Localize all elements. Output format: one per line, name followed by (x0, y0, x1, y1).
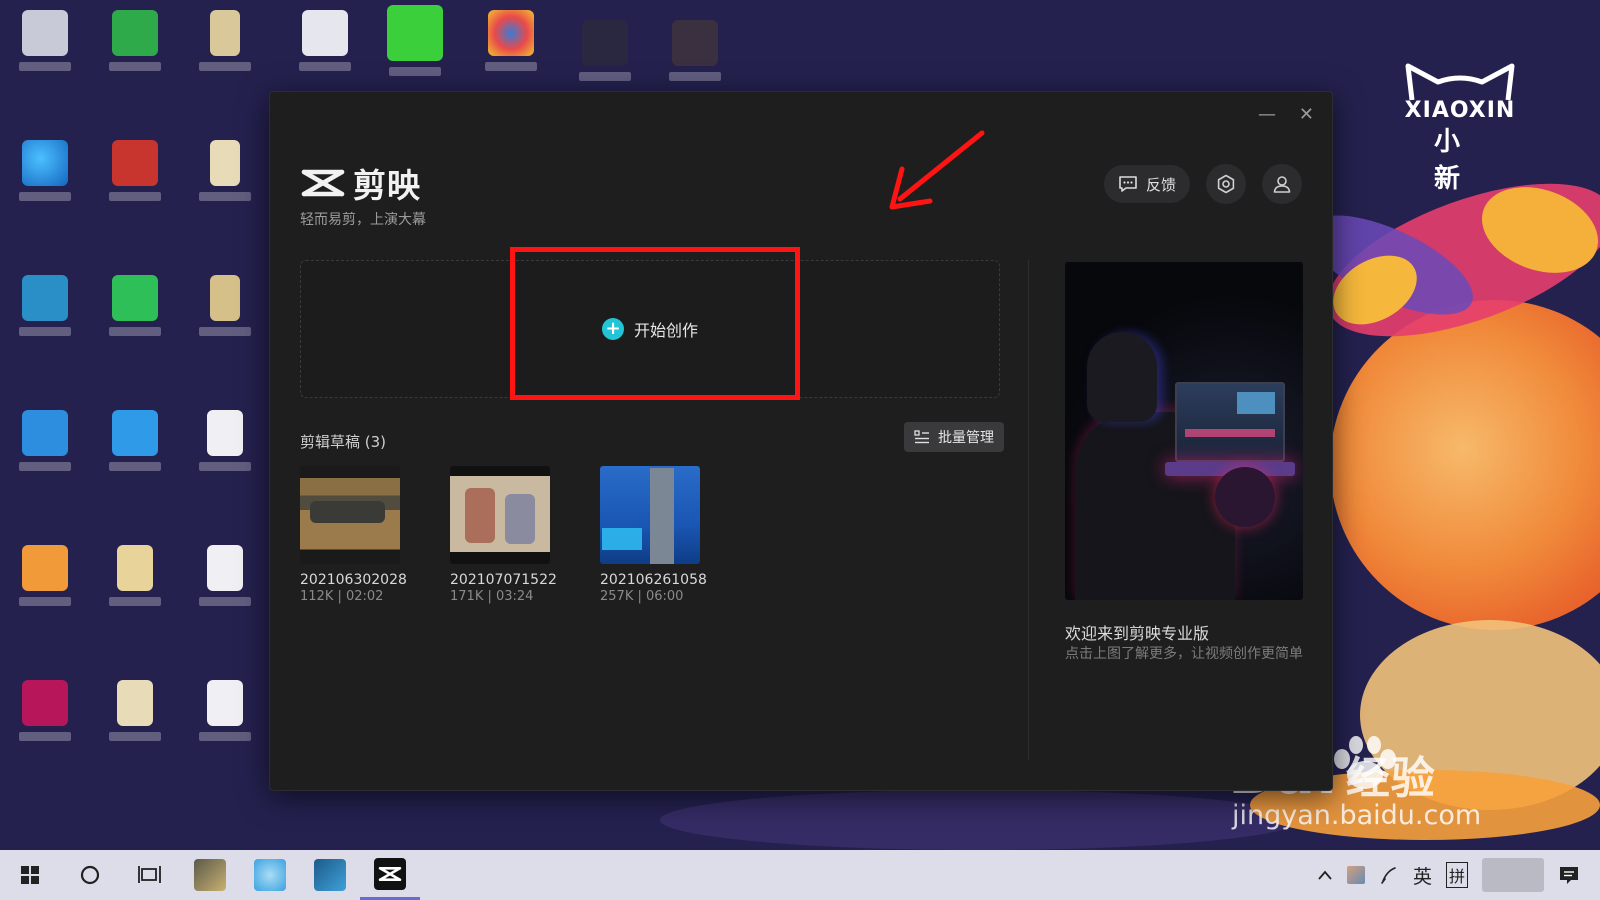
xiaoxin-logo: XIAOXIN 小新 (1400, 62, 1520, 195)
watermark-cn-text: 经验 (1345, 753, 1436, 804)
draft-meta: 171K | 03:24 (450, 589, 534, 604)
feedback-button[interactable]: 反馈 (1103, 165, 1190, 203)
start-button[interactable] (0, 850, 60, 900)
desktop-icon[interactable] (10, 140, 80, 201)
jianying-window: — ✕ 剪映 轻而易剪，上演大幕 反馈 + 开始创作 剪辑草稿 (3) 批量管理… (269, 91, 1333, 791)
desktop-icon[interactable] (570, 20, 640, 81)
app-slogan: 轻而易剪，上演大幕 (300, 212, 426, 228)
desktop-icon[interactable] (660, 20, 730, 81)
draft-name: 202107071522 (450, 572, 557, 588)
desktop-icon[interactable] (190, 680, 260, 741)
desktop-icon[interactable] (100, 10, 170, 71)
desktop-icon[interactable] (10, 275, 80, 336)
search-button[interactable] (60, 850, 120, 900)
task-view-button[interactable] (120, 850, 180, 900)
taskbar-app[interactable] (300, 850, 360, 900)
promo-description: 点击上图了解更多，让视频创作更简单 (1065, 646, 1303, 662)
windows-icon (21, 866, 39, 884)
cat-ears-icon (1405, 63, 1515, 101)
wallpaper-sun (1330, 300, 1600, 630)
task-view-icon (138, 866, 161, 883)
desktop-icon[interactable] (190, 275, 260, 336)
desktop-icon[interactable] (10, 10, 80, 71)
chevron-up-icon[interactable] (1317, 869, 1333, 881)
promo-title: 欢迎来到剪映专业版 (1065, 624, 1210, 643)
user-icon (1273, 176, 1291, 193)
vertical-divider (1028, 260, 1029, 760)
draft-item[interactable]: 202107071522 171K | 03:24 (450, 466, 557, 604)
desktop-icon[interactable] (10, 545, 80, 606)
close-button[interactable]: ✕ (1299, 104, 1314, 125)
promo-image[interactable] (1065, 262, 1303, 600)
app-title: 剪映 (353, 166, 421, 205)
system-tray: 英 拼 (1317, 850, 1600, 900)
desktop-icon[interactable] (190, 140, 260, 201)
draft-thumbnail (300, 466, 400, 564)
desktop-icon[interactable] (100, 410, 170, 471)
ime-mode[interactable]: 拼 (1445, 862, 1468, 888)
plus-icon: + (601, 318, 624, 340)
desktop-icon[interactable] (190, 410, 260, 471)
top-actions: 反馈 (1103, 164, 1302, 204)
brand-name-cn: 小新 (1433, 127, 1496, 194)
draft-thumbnail (600, 466, 700, 564)
account-button[interactable] (1262, 164, 1302, 204)
feedback-label: 反馈 (1145, 175, 1176, 194)
desktop-icon[interactable] (10, 680, 80, 741)
draft-item[interactable]: 202106261058 257K | 06:00 (600, 466, 707, 604)
draft-meta: 257K | 06:00 (600, 589, 684, 604)
desktop-icon[interactable] (10, 410, 80, 471)
jianying-taskbar-icon (378, 866, 402, 881)
drafts-list: 202106302028 112K | 02:02 202107071522 1… (300, 466, 707, 604)
minimize-button[interactable]: — (1258, 104, 1276, 125)
desktop-icon[interactable] (100, 140, 170, 201)
taskbar-app[interactable] (240, 850, 300, 900)
red-arrow-annotation (889, 130, 985, 210)
draft-thumbnail (450, 466, 550, 564)
draft-item[interactable]: 202106302028 112K | 02:02 (300, 466, 407, 604)
settings-icon (1217, 174, 1235, 194)
taskbar: 英 拼 (0, 850, 1600, 900)
draft-name: 202106302028 (300, 572, 407, 588)
list-manage-icon (914, 430, 929, 444)
desktop-icon[interactable] (100, 275, 170, 336)
desktop-icon[interactable] (100, 680, 170, 741)
pen-icon[interactable] (1379, 865, 1399, 885)
cortana-circle-icon (80, 865, 100, 885)
desktop-icon[interactable] (190, 545, 260, 606)
start-create-area[interactable]: + 开始创作 (300, 260, 1000, 398)
clock[interactable] (1482, 858, 1544, 892)
tray-app-icon[interactable] (1346, 866, 1365, 884)
draft-name: 202106261058 (600, 572, 707, 588)
jianying-logo-icon (301, 169, 345, 197)
desktop-icon[interactable] (380, 5, 450, 76)
settings-button[interactable] (1206, 164, 1246, 204)
batch-manage-label: 批量管理 (938, 430, 994, 446)
batch-manage-button[interactable]: 批量管理 (904, 422, 1004, 452)
ime-language[interactable]: 英 (1413, 862, 1432, 889)
app-logo: 剪映 (300, 159, 421, 207)
watermark-url: jingyan.baidu.com (1232, 800, 1482, 831)
start-create-label: 开始创作 (633, 321, 698, 340)
notification-icon[interactable] (1558, 864, 1580, 886)
desktop-icon[interactable] (190, 10, 260, 71)
taskbar-app[interactable] (180, 850, 240, 900)
wallpaper-swirl (660, 790, 1300, 850)
desktop-icon[interactable] (100, 545, 170, 606)
draft-meta: 112K | 02:02 (300, 589, 384, 604)
feedback-icon (1119, 176, 1137, 192)
drafts-title: 剪辑草稿 (3) (300, 433, 387, 451)
desktop-icon[interactable] (290, 10, 360, 71)
taskbar-app-jianying[interactable] (360, 850, 420, 900)
desktop-icon[interactable] (476, 10, 546, 71)
